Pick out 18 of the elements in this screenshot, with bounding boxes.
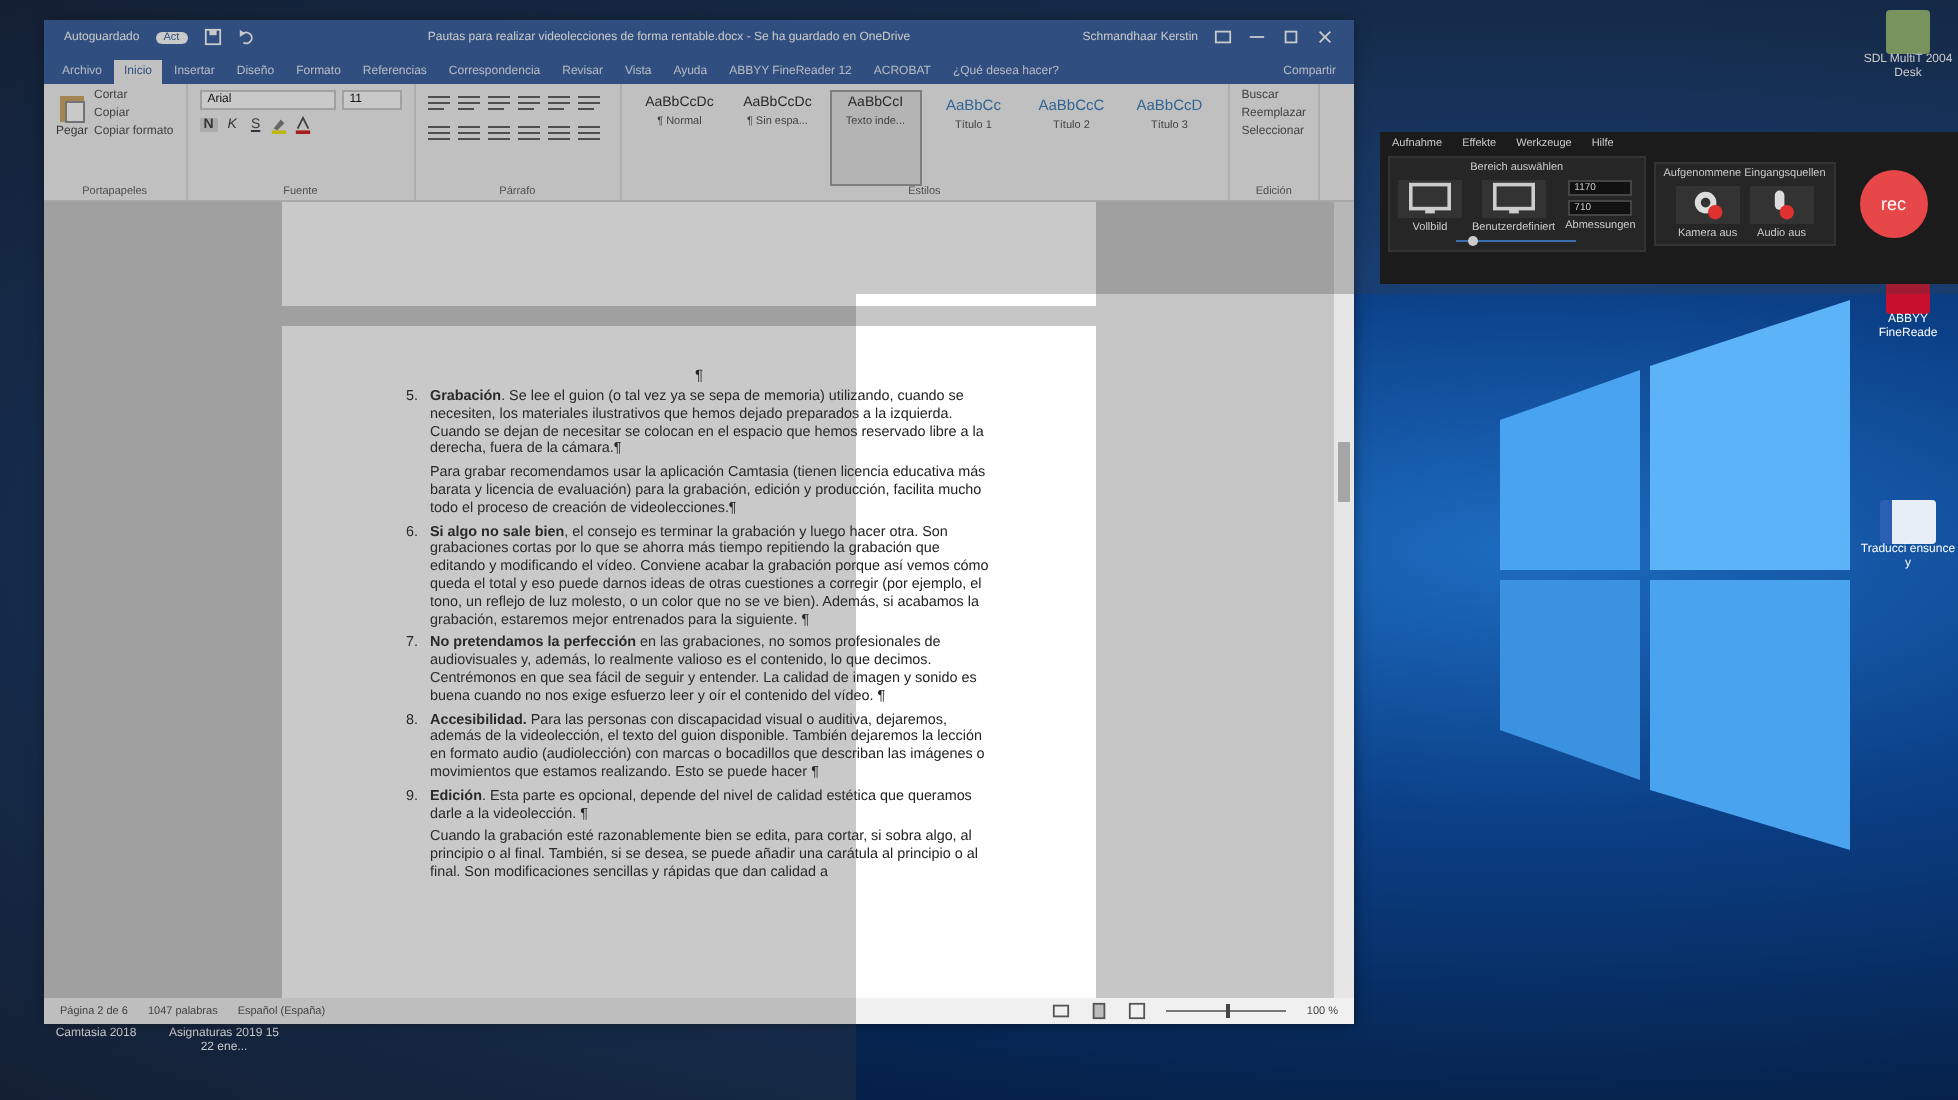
print-layout-icon[interactable]	[1090, 1002, 1109, 1020]
monitor-icon[interactable]	[1481, 180, 1546, 218]
ribbon-display-icon[interactable]	[1214, 28, 1232, 46]
webcam-off-icon[interactable]	[1675, 186, 1740, 224]
vertical-scrollbar[interactable]	[1334, 202, 1354, 998]
read-mode-icon[interactable]	[1052, 1002, 1071, 1020]
shortcut-icon[interactable]	[1880, 500, 1936, 544]
close-icon[interactable]	[1316, 28, 1334, 46]
highlight-icon[interactable]	[270, 116, 289, 134]
microphone-off-icon[interactable]	[1749, 186, 1814, 224]
undo-icon[interactable]	[237, 28, 256, 46]
monitor-icon[interactable]	[1398, 180, 1462, 218]
web-layout-icon[interactable]	[1128, 1002, 1147, 1020]
maximize-icon[interactable]	[1282, 28, 1300, 46]
clipboard-icon	[58, 90, 86, 126]
record-button[interactable]: rec	[1859, 170, 1928, 238]
font-color-icon[interactable]	[294, 116, 313, 134]
save-icon[interactable]	[203, 28, 222, 46]
